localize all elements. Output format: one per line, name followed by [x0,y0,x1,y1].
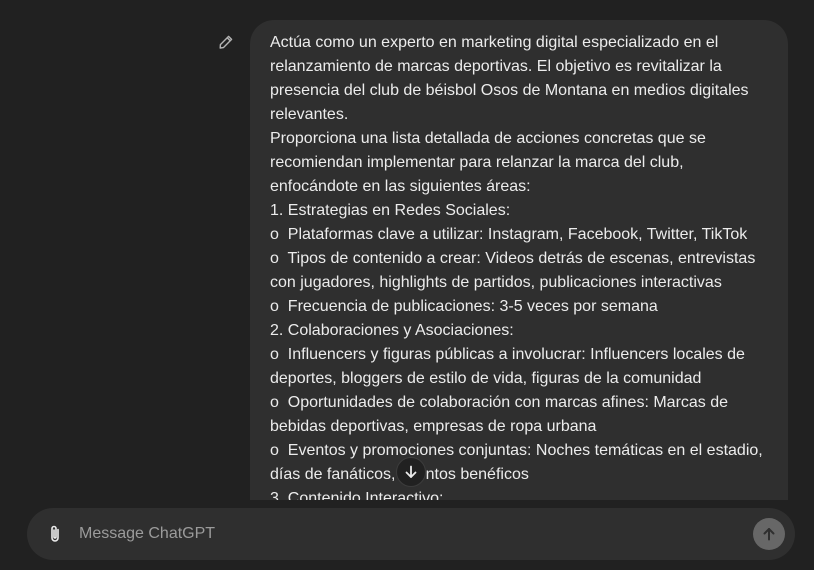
message-composer [27,508,795,560]
message-line: bebidas deportivas, empresas de ropa urb… [270,418,597,435]
message-line: con jugadores, highlights de partidos, p… [270,274,722,291]
arrow-up-icon [763,528,775,541]
pencil-icon [219,35,233,49]
attach-file-button[interactable] [43,522,67,546]
message-line: recomiendan implementar para relanzar la… [270,154,684,171]
message-line: deportes, bloggers de estilo de vida, fi… [270,370,702,387]
message-line: relevantes. [270,106,349,123]
message-line: enfocándote en las siguientes áreas: [270,178,531,195]
message-line: 2. Colaboraciones y Asociaciones: [270,322,514,339]
message-input[interactable] [79,522,679,546]
paperclip-icon [51,525,59,542]
message-line: Actúa como un experto en marketing digit… [270,34,719,51]
message-line: o Oportunidades de colaboración con marc… [270,394,729,411]
chat-view: Actúa como un experto en marketing digit… [0,0,814,570]
message-line: relanzamiento de marcas deportivas. El o… [270,58,722,75]
message-line: 1. Estrategias en Redes Sociales: [270,202,511,219]
message-line: o Tipos de contenido a crear: Videos det… [270,250,756,267]
message-line: o Frecuencia de publicaciones: 3-5 veces… [270,298,658,315]
message-line: días de fanáticos, eventos benéficos [270,466,529,483]
message-line: o Influencers y figuras públicas a invol… [270,346,745,363]
arrow-down-icon [405,465,417,478]
message-line: presencia del club de béisbol Osos de Mo… [270,82,749,99]
scroll-to-bottom-button[interactable] [396,457,426,487]
edit-message-button[interactable] [216,32,236,52]
send-button[interactable] [753,518,785,550]
message-line: o Plataformas clave a utilizar: Instagra… [270,226,748,243]
message-line: o Eventos y promociones conjuntas: Noche… [270,442,763,459]
message-line: Proporciona una lista detallada de accio… [270,130,706,147]
user-message-bubble: Actúa como un experto en marketing digit… [250,20,788,570]
